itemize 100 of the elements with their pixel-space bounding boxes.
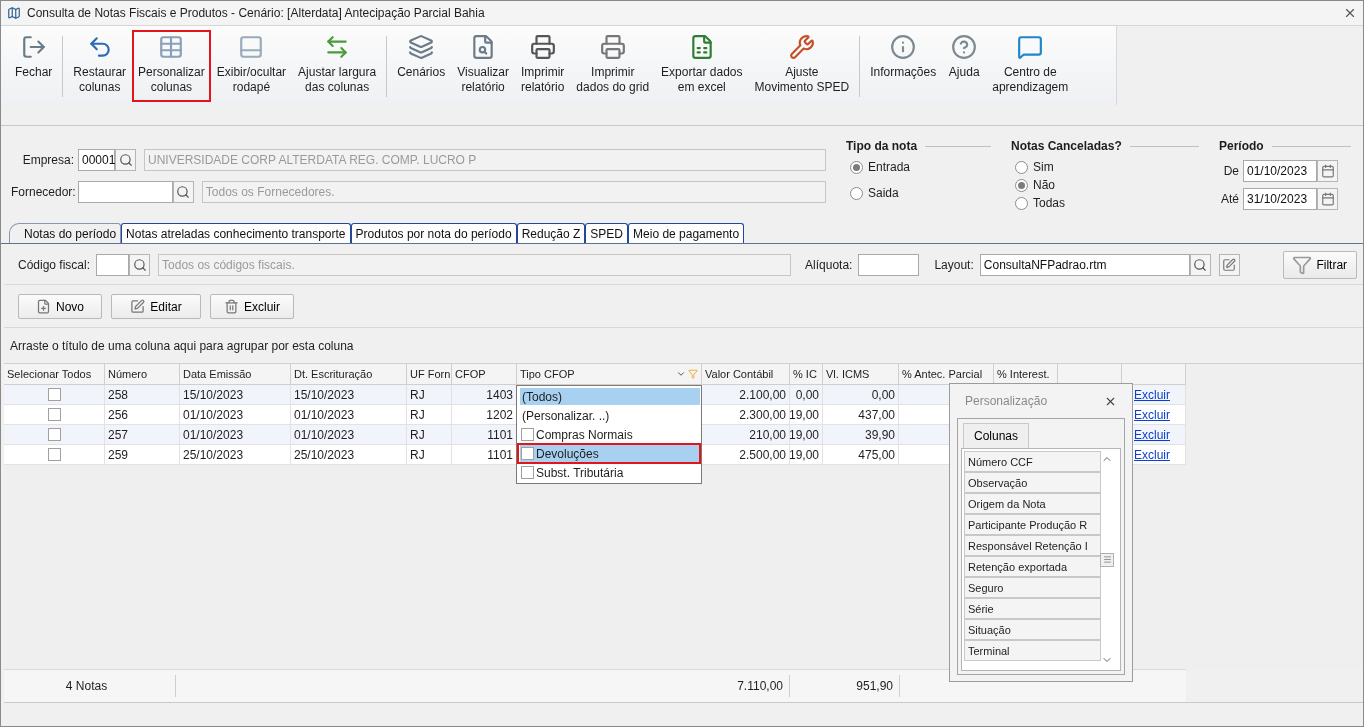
date-field[interactable]: 31/10/2023 bbox=[1243, 188, 1317, 210]
row-checkbox[interactable] bbox=[47, 408, 61, 421]
row-checkbox[interactable] bbox=[47, 428, 61, 441]
action-button[interactable]: Novo bbox=[18, 294, 102, 319]
column-header[interactable]: Número bbox=[105, 364, 180, 385]
tab[interactable]: SPED bbox=[585, 223, 629, 243]
column-header[interactable]: Selecionar Todos bbox=[4, 364, 105, 385]
code-field[interactable] bbox=[78, 181, 173, 203]
edit-button[interactable] bbox=[1218, 254, 1240, 276]
column-item[interactable]: Participante Produção R bbox=[964, 514, 1101, 535]
toolbar-button[interactable]: Centro de aprendizagem bbox=[986, 30, 1075, 102]
toolbar-button[interactable]: Informações bbox=[864, 30, 943, 102]
column-item[interactable]: Responsável Retenção I bbox=[964, 535, 1101, 556]
search-button[interactable] bbox=[129, 254, 151, 276]
tab[interactable]: Meio de pagamento bbox=[628, 223, 745, 243]
toolbar-button[interactable]: Restaurar colunas bbox=[67, 30, 133, 102]
table-cell: 0,00 bbox=[823, 385, 899, 405]
column-header[interactable]: UF Forn bbox=[407, 364, 452, 385]
column-header[interactable]: Valor Contábil bbox=[702, 364, 790, 385]
toolbar-button[interactable]: Fechar bbox=[9, 30, 59, 102]
delete-link[interactable]: Excluir bbox=[1134, 427, 1170, 442]
rate-field[interactable] bbox=[858, 254, 920, 276]
column-header[interactable]: CFOP bbox=[452, 364, 517, 385]
search-button[interactable] bbox=[172, 181, 194, 203]
dropdown-item[interactable]: Devoluções bbox=[520, 445, 700, 462]
column-item[interactable]: Situação bbox=[964, 619, 1101, 640]
search-button[interactable] bbox=[1189, 254, 1211, 276]
action-button[interactable]: Excluir bbox=[210, 294, 294, 319]
stack-icon bbox=[408, 34, 435, 60]
radio-button[interactable] bbox=[850, 186, 863, 200]
table-cell: RJ bbox=[407, 385, 452, 405]
column-item[interactable]: Terminal bbox=[964, 640, 1101, 661]
tab[interactable]: Notas atreladas conhecimento transporte bbox=[121, 223, 351, 243]
tab[interactable]: Colunas bbox=[963, 423, 1030, 448]
radio-button[interactable] bbox=[850, 160, 863, 174]
code-field[interactable] bbox=[96, 254, 130, 276]
toolbar-button[interactable]: Imprimir dados do grid bbox=[570, 30, 656, 102]
delete-link[interactable]: Excluir bbox=[1134, 447, 1170, 462]
radio-button[interactable] bbox=[1015, 160, 1028, 174]
footer-total: 7.110,00 bbox=[176, 675, 790, 697]
dropdown-item[interactable]: Subst. Tributária bbox=[520, 464, 700, 481]
dropdown-item[interactable]: (Todos) bbox=[520, 388, 700, 405]
toolbar-button[interactable]: Exportar dados em excel bbox=[655, 30, 749, 102]
column-item[interactable]: Origem da Nota bbox=[964, 493, 1101, 514]
column-header[interactable]: Dt. Escrituração bbox=[291, 364, 407, 385]
column-header[interactable] bbox=[1058, 364, 1122, 385]
column-item[interactable]: Série bbox=[964, 598, 1101, 619]
radio-button[interactable] bbox=[1015, 178, 1028, 192]
layout-field[interactable]: ConsultaNFPadrao.rtm bbox=[979, 254, 1190, 276]
calendar-button[interactable] bbox=[1317, 160, 1338, 182]
radio-label: Não bbox=[1033, 178, 1055, 192]
date-field[interactable]: 01/10/2023 bbox=[1243, 160, 1317, 182]
close-icon[interactable] bbox=[1343, 6, 1357, 20]
column-header[interactable]: Data Emissão bbox=[180, 364, 291, 385]
column-header[interactable]: % Interest. bbox=[994, 364, 1058, 385]
column-item[interactable]: Observação bbox=[964, 472, 1101, 493]
column-header[interactable]: % Antec. Parcial bbox=[899, 364, 994, 385]
toolbar-button[interactable]: Personalizar colunas bbox=[132, 30, 211, 102]
action-button[interactable]: Editar bbox=[111, 294, 201, 319]
sort-icon bbox=[676, 369, 686, 379]
row-checkbox[interactable] bbox=[47, 448, 61, 461]
filter-icon bbox=[1292, 255, 1313, 275]
dropdown-item[interactable]: Compras Normais bbox=[520, 426, 700, 443]
row-checkbox[interactable] bbox=[47, 388, 61, 401]
toolbar-button[interactable]: Visualizar relatório bbox=[451, 30, 515, 102]
column-item[interactable]: Seguro bbox=[964, 577, 1101, 598]
toolbar-button[interactable]: Cenários bbox=[391, 30, 452, 102]
table-cell: 25/10/2023 bbox=[291, 445, 407, 465]
option-checkbox[interactable] bbox=[521, 466, 534, 479]
toolbar-button[interactable]: Imprimir relatório bbox=[515, 30, 571, 102]
delete-link[interactable]: Excluir bbox=[1134, 407, 1170, 422]
column-header[interactable]: Tipo CFOP bbox=[517, 364, 702, 385]
column-item[interactable]: Número CCF bbox=[964, 451, 1101, 472]
tab[interactable]: Redução Z bbox=[516, 223, 586, 243]
table-cell: 1403 bbox=[452, 385, 517, 405]
table-cell: 437,00 bbox=[823, 405, 899, 425]
scroll-thumb[interactable] bbox=[1100, 552, 1114, 567]
calendar-button[interactable] bbox=[1317, 188, 1338, 210]
tab[interactable]: Notas do período bbox=[9, 223, 122, 243]
column-header[interactable]: Vl. ICMS bbox=[823, 364, 899, 385]
toolbar-button[interactable]: Exibir/ocultar rodapé bbox=[210, 30, 293, 102]
filter-button[interactable]: Filtrar bbox=[1282, 251, 1357, 279]
column-header[interactable]: % IC bbox=[790, 364, 823, 385]
radio-label: Entrada bbox=[868, 160, 911, 174]
column-item[interactable]: Retenção exportada bbox=[964, 556, 1101, 577]
radio-button[interactable] bbox=[1015, 196, 1028, 210]
toolbar-button[interactable]: Ajustar largura das colunas bbox=[292, 30, 383, 102]
chat-icon bbox=[1017, 34, 1044, 60]
date-label: Até bbox=[1220, 192, 1240, 206]
option-checkbox[interactable] bbox=[521, 428, 534, 441]
tab[interactable]: Produtos por nota do período bbox=[350, 223, 517, 243]
search-button[interactable] bbox=[115, 149, 136, 171]
grip-icon bbox=[1102, 555, 1112, 564]
delete-link[interactable]: Excluir bbox=[1134, 387, 1170, 402]
toolbar-button[interactable]: Ajuste Movimento SPED bbox=[748, 30, 856, 102]
code-field[interactable]: 00001 bbox=[78, 149, 115, 171]
window-title: Consulta de Notas Fiscais e Produtos - Cenário: [Alterdata] Antecipação Parcial Bahia bbox=[27, 6, 486, 20]
toolbar-button[interactable]: Ajuda bbox=[942, 30, 987, 102]
option-checkbox[interactable] bbox=[521, 447, 534, 460]
dropdown-item[interactable]: (Personalizar. ..) bbox=[520, 407, 700, 424]
